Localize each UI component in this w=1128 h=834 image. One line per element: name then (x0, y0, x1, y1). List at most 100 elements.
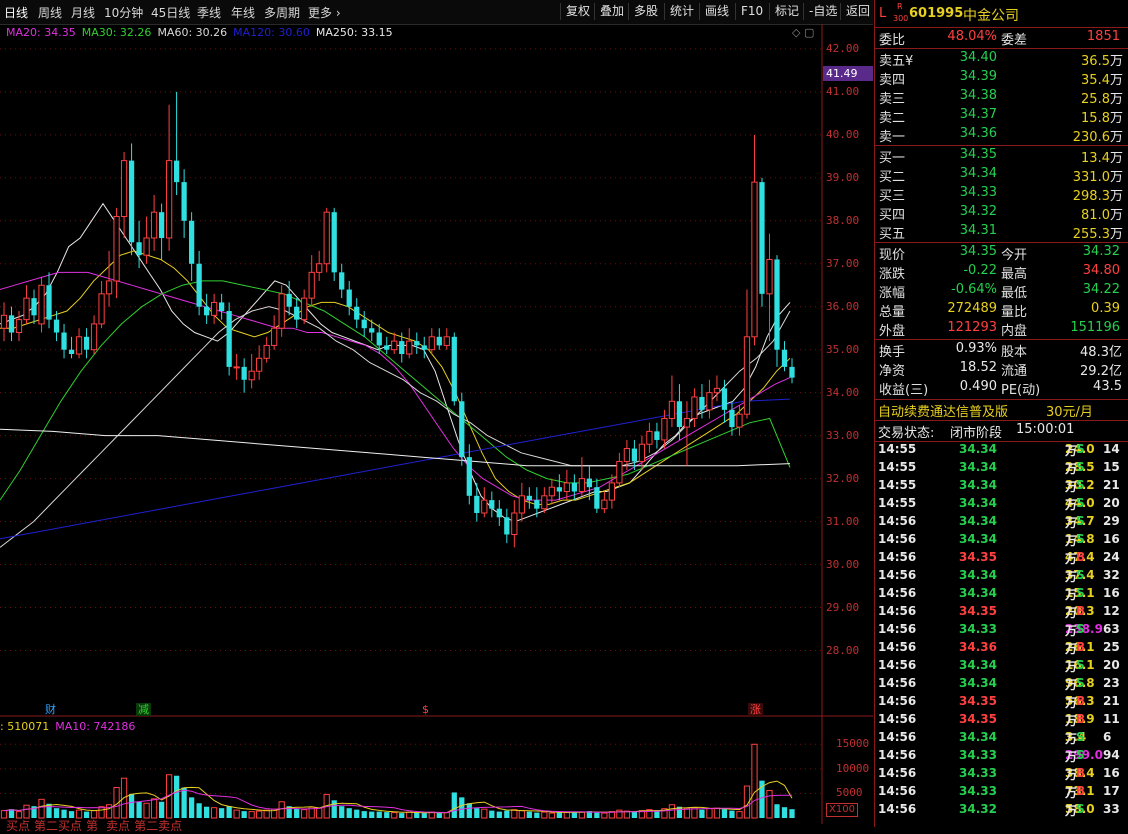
tick-row[interactable]: 14:55 34.34 24.0 万 S 14 (875, 442, 1128, 460)
tick-price: 34.35 (959, 550, 997, 564)
candle-body (316, 263, 323, 273)
overlay-button[interactable]: 叠加 (594, 3, 629, 20)
price-tick: 41.00 (826, 84, 860, 98)
tick-count: 25 (1103, 640, 1120, 654)
tick-row[interactable]: 14:56 34.33 299.0 万 S 94 (875, 748, 1128, 766)
kline-chart[interactable] (0, 24, 873, 824)
tab-monthly[interactable]: 月线 (71, 4, 95, 21)
remove-watchlist-button[interactable]: -自选 (803, 3, 842, 20)
tick-row[interactable]: 14:56 34.34 96.8 万 S 23 (875, 676, 1128, 694)
tab-daily[interactable]: 日线 (4, 4, 28, 21)
candle-body (241, 366, 247, 380)
tick-time: 14:56 (878, 514, 917, 528)
stat-label: 总量 (879, 305, 906, 320)
tick-count: 21 (1103, 694, 1120, 708)
tick-row[interactable]: 14:56 34.34 37.4 万 S 32 (875, 568, 1128, 586)
volume-bar (339, 806, 345, 818)
tick-row[interactable]: 14:56 34.34 15.1 万 S 16 (875, 586, 1128, 604)
fuquan-button[interactable]: 复权 (560, 3, 595, 20)
tick-row[interactable]: 14:56 34.35 18.9 万 B 11 (875, 712, 1128, 730)
bid-row: 买二 34.34 331.0万 (875, 166, 1128, 185)
volume-bar (150, 798, 158, 819)
tick-row[interactable]: 14:56 34.36 26.1 万 B 25 (875, 640, 1128, 658)
marker-dividend[interactable]: $ (420, 703, 431, 716)
tab-more[interactable]: 更多 › (308, 4, 341, 21)
tab-weekly[interactable]: 周线 (38, 4, 62, 21)
tick-time: 14:56 (878, 604, 917, 618)
tab-10min[interactable]: 10分钟 (104, 4, 143, 21)
tick-side: B (1076, 784, 1086, 798)
stat-value: 121293 (947, 320, 997, 335)
tab-buy2[interactable]: 第二买点 (34, 819, 82, 833)
candle-body (346, 289, 352, 307)
tick-price: 34.34 (959, 658, 997, 672)
candle-body (120, 160, 128, 217)
multi-stock-button[interactable]: 多股 (628, 3, 663, 20)
tick-row[interactable]: 14:56 34.34 34.7 万 S 29 (875, 514, 1128, 532)
tick-row[interactable]: 14:56 34.35 47.4 万 B 24 (875, 550, 1128, 568)
volume-tick: 5000 (836, 786, 863, 800)
volume-bar (489, 810, 495, 818)
tick-row[interactable]: 14:56 34.33 38.4 万 B 16 (875, 766, 1128, 784)
promo-row[interactable]: 自动续费通达信普及版 30元/月 (875, 401, 1128, 420)
marker-reduce[interactable]: 减 (136, 703, 151, 716)
f10-button[interactable]: F10 (735, 3, 768, 20)
ask-label: 卖一 (879, 130, 906, 145)
tick-count: 32 (1103, 568, 1120, 582)
ask-volume-value: 15.8 (1081, 111, 1110, 126)
tab-yearly[interactable]: 年线 (231, 4, 255, 21)
back-button[interactable]: 返回 (840, 3, 875, 20)
candle-body (286, 293, 292, 307)
bid-price: 34.31 (959, 223, 997, 238)
bid-volume-unit: 万 (1109, 151, 1123, 166)
tab-45day[interactable]: 45日线 (151, 4, 190, 21)
volume-bar (414, 812, 420, 818)
tab-quarterly[interactable]: 季线 (197, 4, 221, 21)
tab-third[interactable]: 第 (86, 819, 98, 833)
candle-body (638, 443, 646, 462)
tab-multi-period[interactable]: 多周期 (264, 4, 300, 21)
tick-side: S (1076, 622, 1085, 636)
tick-row[interactable]: 14:55 34.34 28.5 万 S 15 (875, 460, 1128, 478)
tick-row[interactable]: 14:56 34.35 56.3 万 B 21 (875, 694, 1128, 712)
tick-row[interactable]: 14:56 34.35 20.3 万 B 12 (875, 604, 1128, 622)
tick-row[interactable]: 14:56 34.32 58.0 万 S 33 (875, 802, 1128, 820)
volume-bar (789, 809, 795, 818)
candle-body (721, 388, 728, 410)
finance-row: 净资 18.52 流通 29.2亿 (875, 360, 1128, 379)
marker-rise[interactable]: 涨 (748, 703, 763, 716)
stat-row: 涨幅 -0.64% 最低 34.22 (875, 282, 1128, 301)
tick-count: 20 (1103, 658, 1120, 672)
tick-row[interactable]: 14:56 34.34 16.1 万 S 20 (875, 658, 1128, 676)
tick-count: 20 (1103, 496, 1120, 510)
draw-button[interactable]: 画线 (699, 3, 734, 20)
stat-label: 内盘 (1001, 324, 1028, 339)
tick-row[interactable]: 14:56 34.34 14.8 万 S 16 (875, 532, 1128, 550)
tick-row[interactable]: 14:55 34.34 44.0 万 S 20 (875, 496, 1128, 514)
finance-value: 43.5 (1045, 379, 1122, 394)
tick-row[interactable]: 14:56 34.33 73.1 万 B 17 (875, 784, 1128, 802)
volume-bar (301, 809, 308, 819)
tick-price: 34.35 (959, 604, 997, 618)
tab-buy[interactable]: 买点 (6, 819, 30, 833)
tab-sell[interactable]: 卖点 (106, 819, 130, 833)
volume-bar (38, 798, 45, 819)
tick-row[interactable]: 14:55 34.34 30.2 万 S 21 (875, 478, 1128, 496)
volume-bar (526, 811, 532, 818)
mark-button[interactable]: 标记 (769, 3, 804, 20)
volume-bar (204, 806, 210, 818)
tick-row[interactable]: 14:56 34.33 238.9 万 S 63 (875, 622, 1128, 640)
finance-row: 收益(三) 0.490 PE(动) 43.5 (875, 379, 1128, 398)
tab-sell2[interactable]: 第二卖点 (134, 819, 182, 833)
candle-body (683, 417, 691, 428)
tick-row[interactable]: 14:56 34.34 3.4 万 S 6 (875, 730, 1128, 748)
volume-bar (346, 808, 352, 818)
candle-body (181, 182, 187, 221)
candle-body (271, 327, 278, 346)
marker-finance[interactable]: 财 (43, 703, 58, 716)
stats-button[interactable]: 统计 (664, 3, 699, 20)
candle-body (15, 319, 23, 334)
tick-time: 14:56 (878, 676, 917, 690)
vol-ma10-label: MA10: 742186 (55, 720, 136, 733)
candle-body (384, 345, 390, 350)
